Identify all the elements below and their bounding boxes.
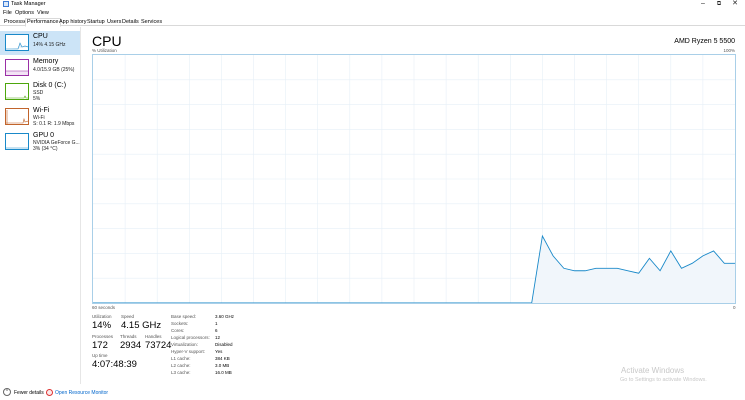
info-value: 3.0 MB	[215, 363, 230, 368]
tab-app-history[interactable]: App history	[57, 18, 89, 26]
sidebar-item-detail: S: 0.1 R: 1.9 Mbps	[33, 121, 75, 127]
handles-value: 73724	[145, 340, 172, 351]
resource-monitor-icon	[46, 389, 53, 396]
sidebar-item-label: GPU 0	[33, 132, 55, 139]
cpu-utilization-graph	[92, 54, 736, 304]
chevron-up-icon: ⌃	[3, 388, 11, 396]
speed-value: 4.15 GHz	[121, 320, 162, 331]
info-label: Virtualization:	[171, 342, 198, 347]
cpu-model-name: AMD Ryzen 5 5500	[674, 38, 735, 45]
utilization-max-label: 100%	[723, 48, 735, 53]
page-title: CPU	[92, 33, 122, 49]
info-value: Yes	[215, 349, 223, 354]
tab-bar: Processes Performance App history Startu…	[0, 17, 745, 27]
gpu-thumbnail	[5, 133, 29, 150]
threads-value: 2934	[120, 340, 142, 351]
info-value: Disabled	[215, 342, 233, 347]
processes-label: Processes	[92, 334, 114, 339]
open-resource-monitor-link[interactable]: Open Resource Monitor	[55, 390, 108, 396]
sidebar-item-label: CPU	[33, 33, 48, 40]
menu-options[interactable]: Options	[15, 10, 34, 16]
info-label: L2 cache:	[171, 363, 191, 368]
cpu-thumbnail	[5, 34, 29, 51]
activation-watermark-subtitle: Go to Settings to activate Windows.	[620, 377, 707, 383]
tab-details[interactable]: Details	[120, 18, 141, 26]
sidebar-item-label: Wi-Fi	[33, 107, 50, 114]
sidebar-item-label: Memory	[33, 58, 59, 65]
menu-file[interactable]: File	[3, 10, 12, 16]
utilization-label: Utilization	[92, 314, 112, 319]
disk-thumbnail	[5, 83, 29, 100]
handles-label: Handles	[145, 334, 162, 339]
tab-performance[interactable]: Performance	[25, 18, 61, 27]
info-label: Cores:	[171, 328, 185, 333]
processes-value: 172	[92, 340, 108, 351]
threads-label: Threads	[120, 334, 137, 339]
info-label: L3 cache:	[171, 370, 191, 375]
info-label: Base speed:	[171, 314, 197, 319]
fewer-details-label: Fewer details	[14, 390, 44, 396]
graph-time-zero-label: 0	[733, 305, 736, 310]
info-value: 6	[215, 328, 218, 333]
uptime-value: 4:07:48:39	[92, 359, 137, 370]
info-label: L1 cache:	[171, 356, 191, 361]
uptime-label: Up time	[92, 353, 108, 358]
task-manager-icon	[3, 1, 9, 7]
sidebar-item-cpu[interactable]: CPU 14% 4.15 GHz	[0, 31, 80, 55]
menu-view[interactable]: View	[37, 10, 49, 16]
graph-time-span-label: 60 seconds	[92, 305, 116, 310]
sidebar-item-detail: 14% 4.15 GHz	[33, 42, 66, 48]
cpu-graph-svg	[92, 55, 736, 304]
menu-bar: File Options View	[0, 9, 745, 17]
sidebar-item-disk[interactable]: Disk 0 (C:) SSD 5%	[0, 80, 80, 104]
sidebar-item-detail: 3% (34 °C)	[33, 146, 58, 152]
info-value: 16.0 MB	[215, 370, 232, 375]
sidebar-item-detail: 5%	[33, 96, 41, 102]
footer: ⌃ Fewer details Open Resource Monitor	[0, 386, 745, 400]
info-value: 12	[215, 335, 221, 340]
sidebar-item-wifi[interactable]: Wi-Fi Wi-Fi S: 0.1 R: 1.9 Mbps	[0, 105, 80, 129]
wifi-thumbnail	[5, 108, 29, 125]
info-label: Logical processors:	[171, 335, 210, 340]
window-title: Task Manager	[11, 1, 46, 7]
tab-startup[interactable]: Startup	[85, 18, 107, 26]
info-label: Sockets:	[171, 321, 189, 326]
memory-thumbnail	[5, 59, 29, 76]
info-value: 1	[215, 321, 218, 326]
title-bar: Task Manager – ⧉ ✕	[0, 0, 745, 9]
sidebar-item-label: Disk 0 (C:)	[33, 82, 67, 89]
sidebar-item-memory[interactable]: Memory 4.0/15.9 GB (25%)	[0, 56, 80, 80]
sidebar-item-detail: 4.0/15.9 GB (25%)	[33, 67, 75, 73]
utilization-axis-label: % Utilization	[92, 48, 117, 53]
utilization-value: 14%	[92, 320, 112, 331]
sidebar: CPU 14% 4.15 GHz Memory 4.0/15.9 GB (25%…	[0, 27, 81, 384]
info-value: 384 KB	[215, 356, 230, 361]
sidebar-item-gpu[interactable]: GPU 0 NVIDIA GeForce G... 3% (34 °C)	[0, 130, 80, 154]
close-button[interactable]: ✕	[726, 0, 744, 9]
speed-label: Speed	[121, 314, 135, 319]
info-label: Hyper-V support:	[171, 349, 206, 354]
activation-watermark-title: Activate Windows	[621, 366, 685, 375]
tab-services[interactable]: Services	[139, 18, 164, 26]
info-value: 3.60 GHz	[215, 314, 235, 319]
